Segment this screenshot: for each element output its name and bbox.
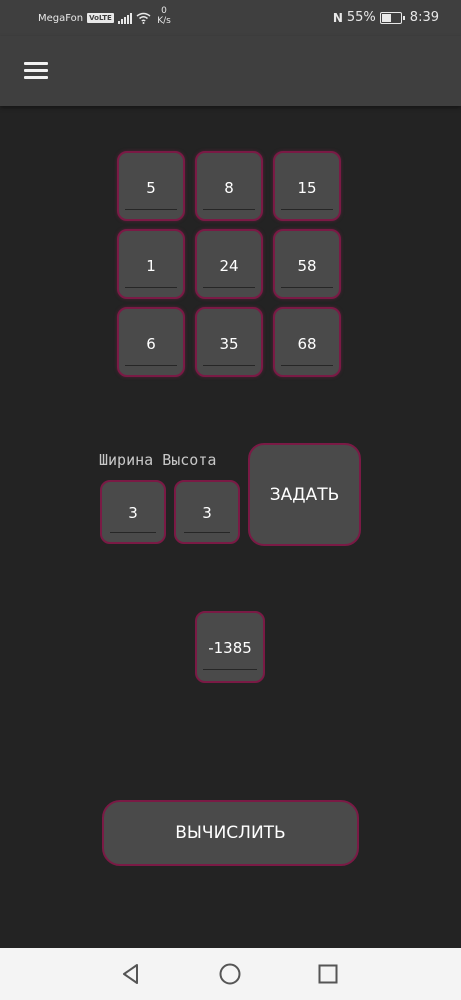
- matrix-cell[interactable]: 1: [117, 229, 185, 299]
- input-underline: [110, 532, 156, 533]
- matrix-cell[interactable]: 35: [195, 307, 263, 377]
- matrix-cell[interactable]: 6: [117, 307, 185, 377]
- nfc-icon: N: [332, 10, 343, 25]
- status-right: N 55% 8:39: [333, 10, 439, 25]
- matrix-cell-value: 5: [146, 179, 156, 197]
- matrix-cell[interactable]: 5: [117, 151, 185, 221]
- height-input[interactable]: 3: [174, 480, 240, 544]
- matrix-cell-value: 24: [219, 257, 239, 275]
- battery-icon: [379, 11, 405, 24]
- set-size-button[interactable]: ЗАДАТЬ: [248, 443, 361, 546]
- input-underline: [281, 209, 333, 210]
- input-underline: [203, 365, 255, 366]
- network-speed-value: 0: [161, 6, 167, 16]
- dimensions-labels: Ширина Высота: [99, 451, 216, 469]
- battery-percent: 55%: [346, 10, 376, 25]
- result-field[interactable]: -1385: [195, 611, 265, 683]
- matrix-cell[interactable]: 58: [273, 229, 341, 299]
- battery-fill: [381, 13, 392, 22]
- navigation-bar: [0, 948, 461, 1000]
- signal-icon: [117, 12, 132, 24]
- wifi-icon: [136, 12, 151, 24]
- width-input[interactable]: 3: [100, 480, 166, 544]
- input-underline: [184, 532, 230, 533]
- matrix-cell-value: 1: [146, 257, 156, 275]
- status-left: MegaFon VoLTE: [38, 12, 151, 24]
- matrix-cell-value: 35: [219, 335, 239, 353]
- matrix-cell-value: 58: [297, 257, 317, 275]
- network-speed: 0 K/s: [156, 6, 172, 26]
- input-underline: [125, 209, 177, 210]
- calculate-button[interactable]: ВЫЧИСЛИТЬ: [102, 800, 359, 866]
- matrix-cell[interactable]: 24: [195, 229, 263, 299]
- input-underline: [203, 669, 257, 670]
- clock: 8:39: [409, 10, 439, 25]
- input-underline: [203, 209, 255, 210]
- app-bar: [0, 36, 461, 106]
- input-underline: [125, 365, 177, 366]
- carrier-name: MegaFon: [38, 12, 84, 24]
- status-bar: MegaFon VoLTE 0 K/s N 55% 8:39: [0, 0, 461, 36]
- circle-home-icon[interactable]: [218, 962, 242, 986]
- matrix-cell-value: 6: [146, 335, 156, 353]
- matrix-cell[interactable]: 8: [195, 151, 263, 221]
- matrix-cell-value: 15: [297, 179, 317, 197]
- input-underline: [125, 287, 177, 288]
- height-value: 3: [202, 504, 212, 522]
- matrix-cell-value: 8: [224, 179, 234, 197]
- matrix-cell[interactable]: 15: [273, 151, 341, 221]
- network-speed-unit: K/s: [157, 16, 171, 26]
- width-label: Ширина: [99, 451, 154, 469]
- height-label: Высота: [162, 451, 217, 469]
- input-underline: [281, 365, 333, 366]
- result-value: -1385: [208, 639, 252, 657]
- matrix-cell[interactable]: 68: [273, 307, 341, 377]
- matrix-cell-value: 68: [297, 335, 317, 353]
- volte-badge: VoLTE: [87, 13, 114, 23]
- input-underline: [281, 287, 333, 288]
- width-value: 3: [128, 504, 138, 522]
- hamburger-menu-icon[interactable]: [22, 60, 50, 82]
- input-underline: [203, 287, 255, 288]
- triangle-back-icon[interactable]: [119, 962, 143, 986]
- square-recents-icon[interactable]: [316, 962, 340, 986]
